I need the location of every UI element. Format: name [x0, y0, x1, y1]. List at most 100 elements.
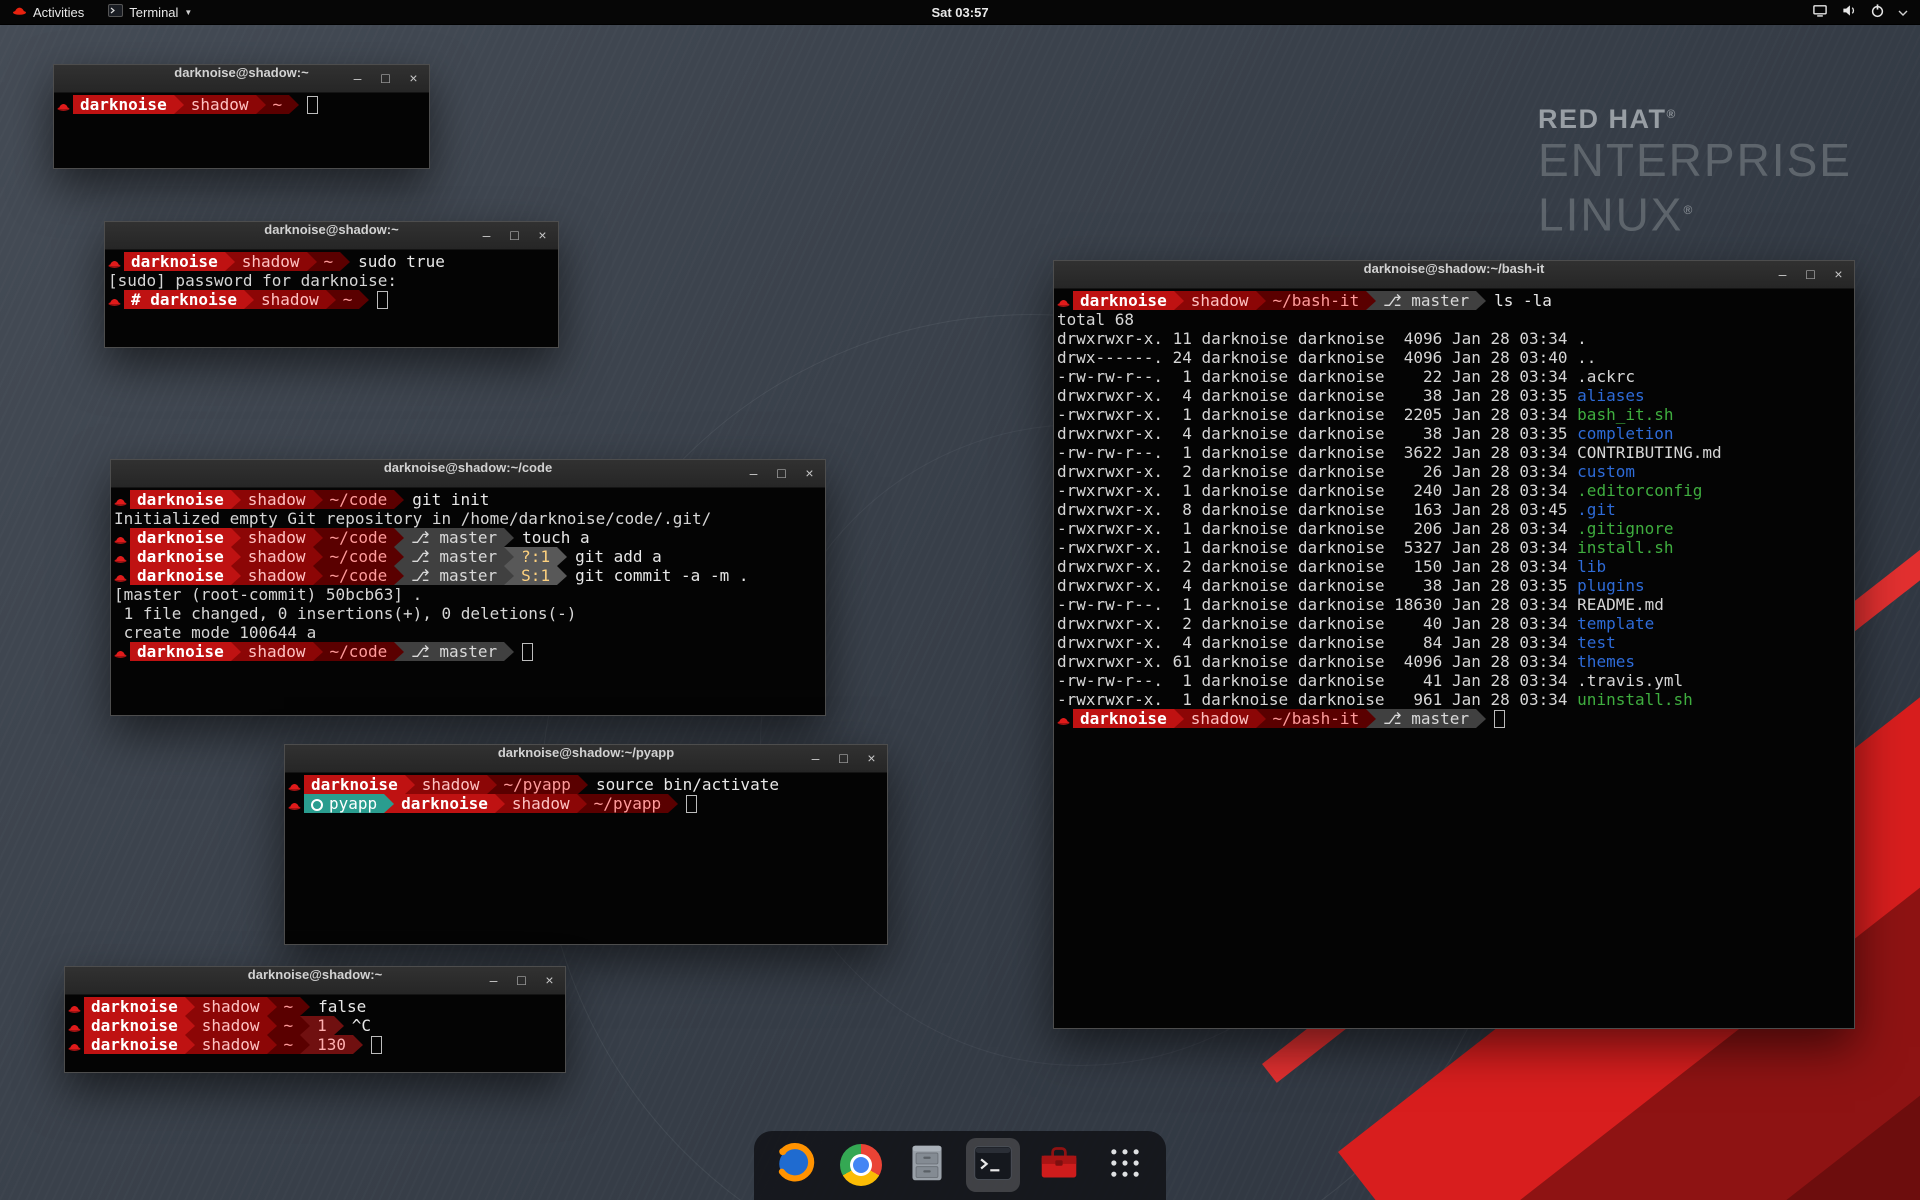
screen-icon[interactable] [1812, 3, 1828, 21]
ls-meta: -rwxrwxr-x. 1 darknoise darknoise 206 Ja… [1057, 519, 1577, 538]
powerline-arrow-icon [267, 1016, 277, 1035]
terminal-cursor[interactable] [371, 1036, 382, 1054]
close-button[interactable]: × [1832, 261, 1845, 288]
prompt-line: darknoiseshadow~/code⎇ masterS:1git comm… [114, 566, 825, 585]
terminal-content[interactable]: darknoiseshadow~ [54, 93, 429, 168]
close-button[interactable]: × [865, 745, 878, 772]
window-titlebar[interactable]: darknoise@shadow:~–□× [105, 222, 558, 250]
ls-meta: -rwxrwxr-x. 1 darknoise darknoise 2205 J… [1057, 405, 1577, 424]
window-titlebar[interactable]: darknoise@shadow:~/code–□× [111, 460, 825, 488]
brand-linux: LINUX [1538, 188, 1683, 240]
terminal-cursor[interactable] [1494, 710, 1505, 728]
clock[interactable]: Sat 03:57 [0, 5, 1920, 20]
window-titlebar[interactable]: darknoise@shadow:~–□× [54, 65, 429, 93]
dock-item-chrome[interactable] [834, 1138, 888, 1192]
minimize-button[interactable]: – [487, 967, 500, 994]
minimize-button[interactable]: – [809, 745, 822, 772]
minimize-button[interactable]: – [351, 65, 364, 92]
dock-item-firefox[interactable] [768, 1138, 822, 1192]
prompt-segment-path: ~/code [323, 490, 395, 509]
powerline-arrow-icon [1476, 291, 1486, 310]
redhat-prompt-icon [57, 95, 73, 117]
window-titlebar[interactable]: darknoise@shadow:~/pyapp–□ × [285, 745, 887, 773]
output-line: create mode 100644 a [114, 623, 825, 642]
ls-meta: drwx------. 24 darknoise darknoise 4096 … [1057, 348, 1577, 367]
terminal-cursor[interactable] [377, 291, 388, 309]
output-line: -rw-rw-r--. 1 darknoise darknoise 22 Jan… [1057, 367, 1854, 386]
terminal-cursor[interactable] [686, 795, 697, 813]
power-icon[interactable] [1870, 3, 1885, 21]
terminal-content[interactable]: darknoiseshadow~/codegit initInitialized… [111, 488, 825, 715]
close-button[interactable]: × [543, 967, 556, 994]
maximize-button[interactable]: □ [1804, 261, 1817, 288]
prompt-line: darknoiseshadow~1^C [68, 1016, 565, 1035]
powerline-arrow-icon [1256, 709, 1266, 728]
powerline-arrow-icon [313, 490, 323, 509]
toolbox-icon [1038, 1143, 1080, 1188]
dock-item-files[interactable] [900, 1138, 954, 1192]
window-title: darknoise@shadow:~/pyapp [285, 745, 887, 760]
maximize-button[interactable]: □ [775, 460, 788, 487]
window-titlebar[interactable]: darknoise@shadow:~/bash-it–□ × [1054, 261, 1854, 289]
activities-label: Activities [33, 5, 84, 20]
minimize-button[interactable]: – [747, 460, 760, 487]
powerline-arrow-icon [334, 1016, 344, 1035]
activities-button[interactable]: Activities [0, 0, 96, 24]
brand-redhat: RED HAT [1538, 104, 1667, 134]
terminal-content[interactable]: darknoiseshadow~sudo true[sudo] password… [105, 250, 558, 347]
output-line: drwxrwxr-x. 4 darknoise darknoise 38 Jan… [1057, 424, 1854, 443]
powerline-arrow-icon [313, 547, 323, 566]
ls-filename: . [1577, 329, 1587, 348]
powerline-arrow-icon [313, 566, 323, 585]
window-titlebar[interactable]: darknoise@shadow:~–□× [65, 967, 565, 995]
terminal-content[interactable]: darknoiseshadow~/pyappsource bin/activat… [285, 773, 887, 944]
ls-filename: completion [1577, 424, 1673, 443]
powerline-arrow-icon [504, 547, 514, 566]
prompt-segment-host: shadow [254, 290, 326, 309]
close-button[interactable]: × [407, 65, 420, 92]
ls-meta: drwxrwxr-x. 4 darknoise darknoise 38 Jan… [1057, 424, 1577, 443]
minimize-button[interactable]: – [1776, 261, 1789, 288]
output-line: drwxrwxr-x. 61 darknoise darknoise 4096 … [1057, 652, 1854, 671]
prompt-segment-venv: pyapp [304, 794, 384, 813]
dock-item-terminal[interactable] [966, 1138, 1020, 1192]
window-controls: –□ × [1776, 261, 1845, 288]
window-title: darknoise@shadow:~/bash-it [1054, 261, 1854, 276]
prompt-line: darknoiseshadow~sudo true [108, 252, 558, 271]
output-line: -rwxrwxr-x. 1 darknoise darknoise 240 Ja… [1057, 481, 1854, 500]
terminal-content[interactable]: darknoiseshadow~/bash-it⎇ masterls -lato… [1054, 289, 1854, 1028]
command-text: source bin/activate [596, 775, 779, 794]
chrome-icon [840, 1144, 882, 1186]
terminal-content[interactable]: darknoiseshadow~falsedarknoiseshadow~1^C… [65, 995, 565, 1072]
ls-meta: -rw-rw-r--. 1 darknoise darknoise 18630 … [1057, 595, 1577, 614]
dock-item-show-apps[interactable] [1098, 1138, 1152, 1192]
output-line: drwxrwxr-x. 4 darknoise darknoise 84 Jan… [1057, 633, 1854, 652]
maximize-button[interactable]: □ [515, 967, 528, 994]
dock-item-software[interactable] [1032, 1138, 1086, 1192]
maximize-button[interactable]: □ [379, 65, 392, 92]
ls-filename: CONTRIBUTING.md [1577, 443, 1722, 462]
app-menu-terminal[interactable]: Terminal ▼ [96, 0, 204, 24]
maximize-button[interactable]: □ [508, 222, 521, 249]
files-icon [907, 1142, 947, 1189]
powerline-arrow-icon [557, 566, 567, 585]
maximize-button[interactable]: □ [837, 745, 850, 772]
minimize-button[interactable]: – [480, 222, 493, 249]
close-button[interactable]: × [536, 222, 549, 249]
system-status-area[interactable] [1806, 0, 1914, 24]
terminal-cursor[interactable] [522, 643, 533, 661]
ls-filename: .git [1577, 500, 1616, 519]
redhat-prompt-icon [108, 290, 124, 312]
redhat-logo-icon [12, 5, 27, 20]
close-button[interactable]: × [803, 460, 816, 487]
output-line: -rwxrwxr-x. 1 darknoise darknoise 961 Ja… [1057, 690, 1854, 709]
powerline-arrow-icon [359, 290, 369, 309]
chevron-down-icon[interactable] [1898, 5, 1908, 20]
volume-icon[interactable] [1841, 3, 1857, 21]
prompt-segment-user: darknoise [130, 490, 231, 509]
terminal-window: darknoise@shadow:~–□×darknoiseshadow~fal… [64, 966, 566, 1073]
prompt-segment-git: ⎇ master [1376, 709, 1476, 728]
prompt-segment-path: ~/bash-it [1266, 709, 1367, 728]
prompt-line: # darknoiseshadow~ [108, 290, 558, 309]
terminal-cursor[interactable] [307, 96, 318, 114]
